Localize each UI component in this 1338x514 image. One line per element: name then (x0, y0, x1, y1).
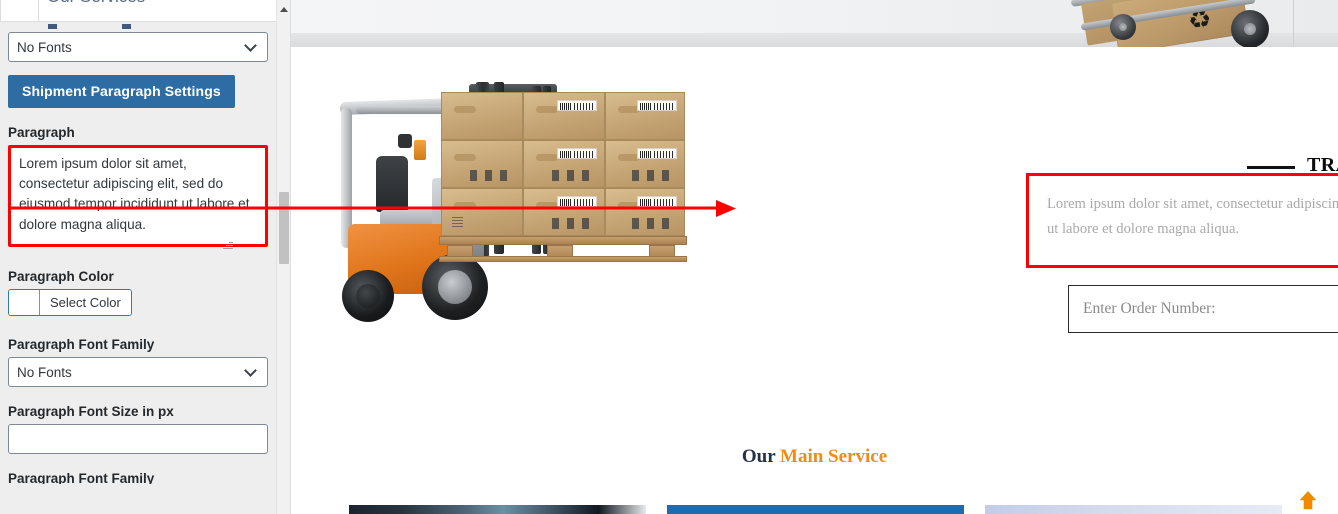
preview-paragraph-box: Lorem ipsum dolor sit amet, consectetur … (1026, 173, 1338, 268)
paragraph-textarea[interactable]: Lorem ipsum dolor sit amet, consectetur … (8, 145, 268, 247)
box (441, 140, 523, 188)
scrollbar-up-arrow[interactable] (277, 0, 290, 17)
box (605, 188, 685, 236)
font-family-select-1-wrap: No Fonts (8, 32, 269, 62)
sidebar-scrollbar[interactable] (276, 0, 290, 514)
paragraph-font-size-label: Paragraph Font Size in px (8, 404, 174, 419)
service-card-3[interactable] (985, 505, 1282, 514)
top-banner-image: ♻ (291, 0, 1338, 47)
box (605, 140, 685, 188)
service-card-1[interactable] (349, 505, 646, 514)
heading-rule (1247, 166, 1295, 169)
scrollbar-thumb[interactable] (279, 192, 289, 264)
pallet-of-boxes (439, 92, 687, 262)
forklift-front-wheel (422, 254, 488, 320)
truncated-field-gutter (1, 0, 39, 21)
services-section-title: Our Main Service (291, 446, 1338, 468)
paragraph-font-size-input[interactable] (8, 424, 268, 454)
order-tracking-form: CHECK NOW (1068, 285, 1338, 333)
arrow-up-icon (1296, 488, 1320, 511)
hand-truck-illustration: ♻ (1026, 0, 1326, 47)
services-title-word1: Our (741, 446, 776, 467)
paragraph-font-family-label-2: Paragraph Font Family (8, 471, 155, 484)
paragraph-color-label: Paragraph Color (8, 269, 114, 284)
truncated-field-our-services[interactable]: Our Services (0, 0, 277, 22)
paragraph-font-family-wrap: No Fonts (8, 357, 269, 387)
shipment-paragraph-settings-button[interactable]: Shipment Paragraph Settings (8, 75, 235, 108)
site-preview: ♻ TR Lorem ipsum dolor sit amet, consect… (291, 0, 1338, 514)
paragraph-label: Paragraph (8, 125, 75, 140)
hand-truck-wheel-small (1110, 14, 1136, 40)
paragraph-textarea-wrap: Lorem ipsum dolor sit amet, consectetur … (8, 145, 269, 252)
order-number-input[interactable] (1068, 285, 1338, 333)
color-swatch[interactable] (9, 290, 40, 315)
font-family-select-1[interactable]: No Fonts (8, 32, 268, 62)
service-card-2[interactable] (667, 505, 964, 514)
customizer-sidebar: Our Services No Fonts Shipment Paragraph… (0, 0, 291, 514)
paragraph-font-family-select[interactable]: No Fonts (8, 357, 268, 387)
back-to-top-button[interactable] (1295, 488, 1321, 512)
box (441, 92, 523, 140)
box (523, 140, 605, 188)
paragraph-color-picker[interactable]: Select Color (8, 289, 132, 316)
forklift-rear-wheel (342, 270, 394, 322)
box (523, 92, 605, 140)
wooden-pallet (439, 236, 687, 262)
box (523, 188, 605, 236)
box (441, 188, 523, 236)
select-color-button[interactable]: Select Color (40, 290, 131, 315)
truncated-field-value: Our Services (47, 0, 145, 7)
hand-truck-wheel-large (1231, 10, 1269, 47)
preview-paragraph-text: Lorem ipsum dolor sit amet, consectetur … (1047, 196, 1338, 237)
screen: Our Services No Fonts Shipment Paragraph… (0, 0, 1338, 514)
sidebar-controls: No Fonts Shipment Paragraph Settings Par… (0, 26, 277, 514)
box (605, 92, 685, 140)
paragraph-font-family-label: Paragraph Font Family (8, 337, 155, 352)
services-title-word2: Main Service (780, 446, 888, 467)
